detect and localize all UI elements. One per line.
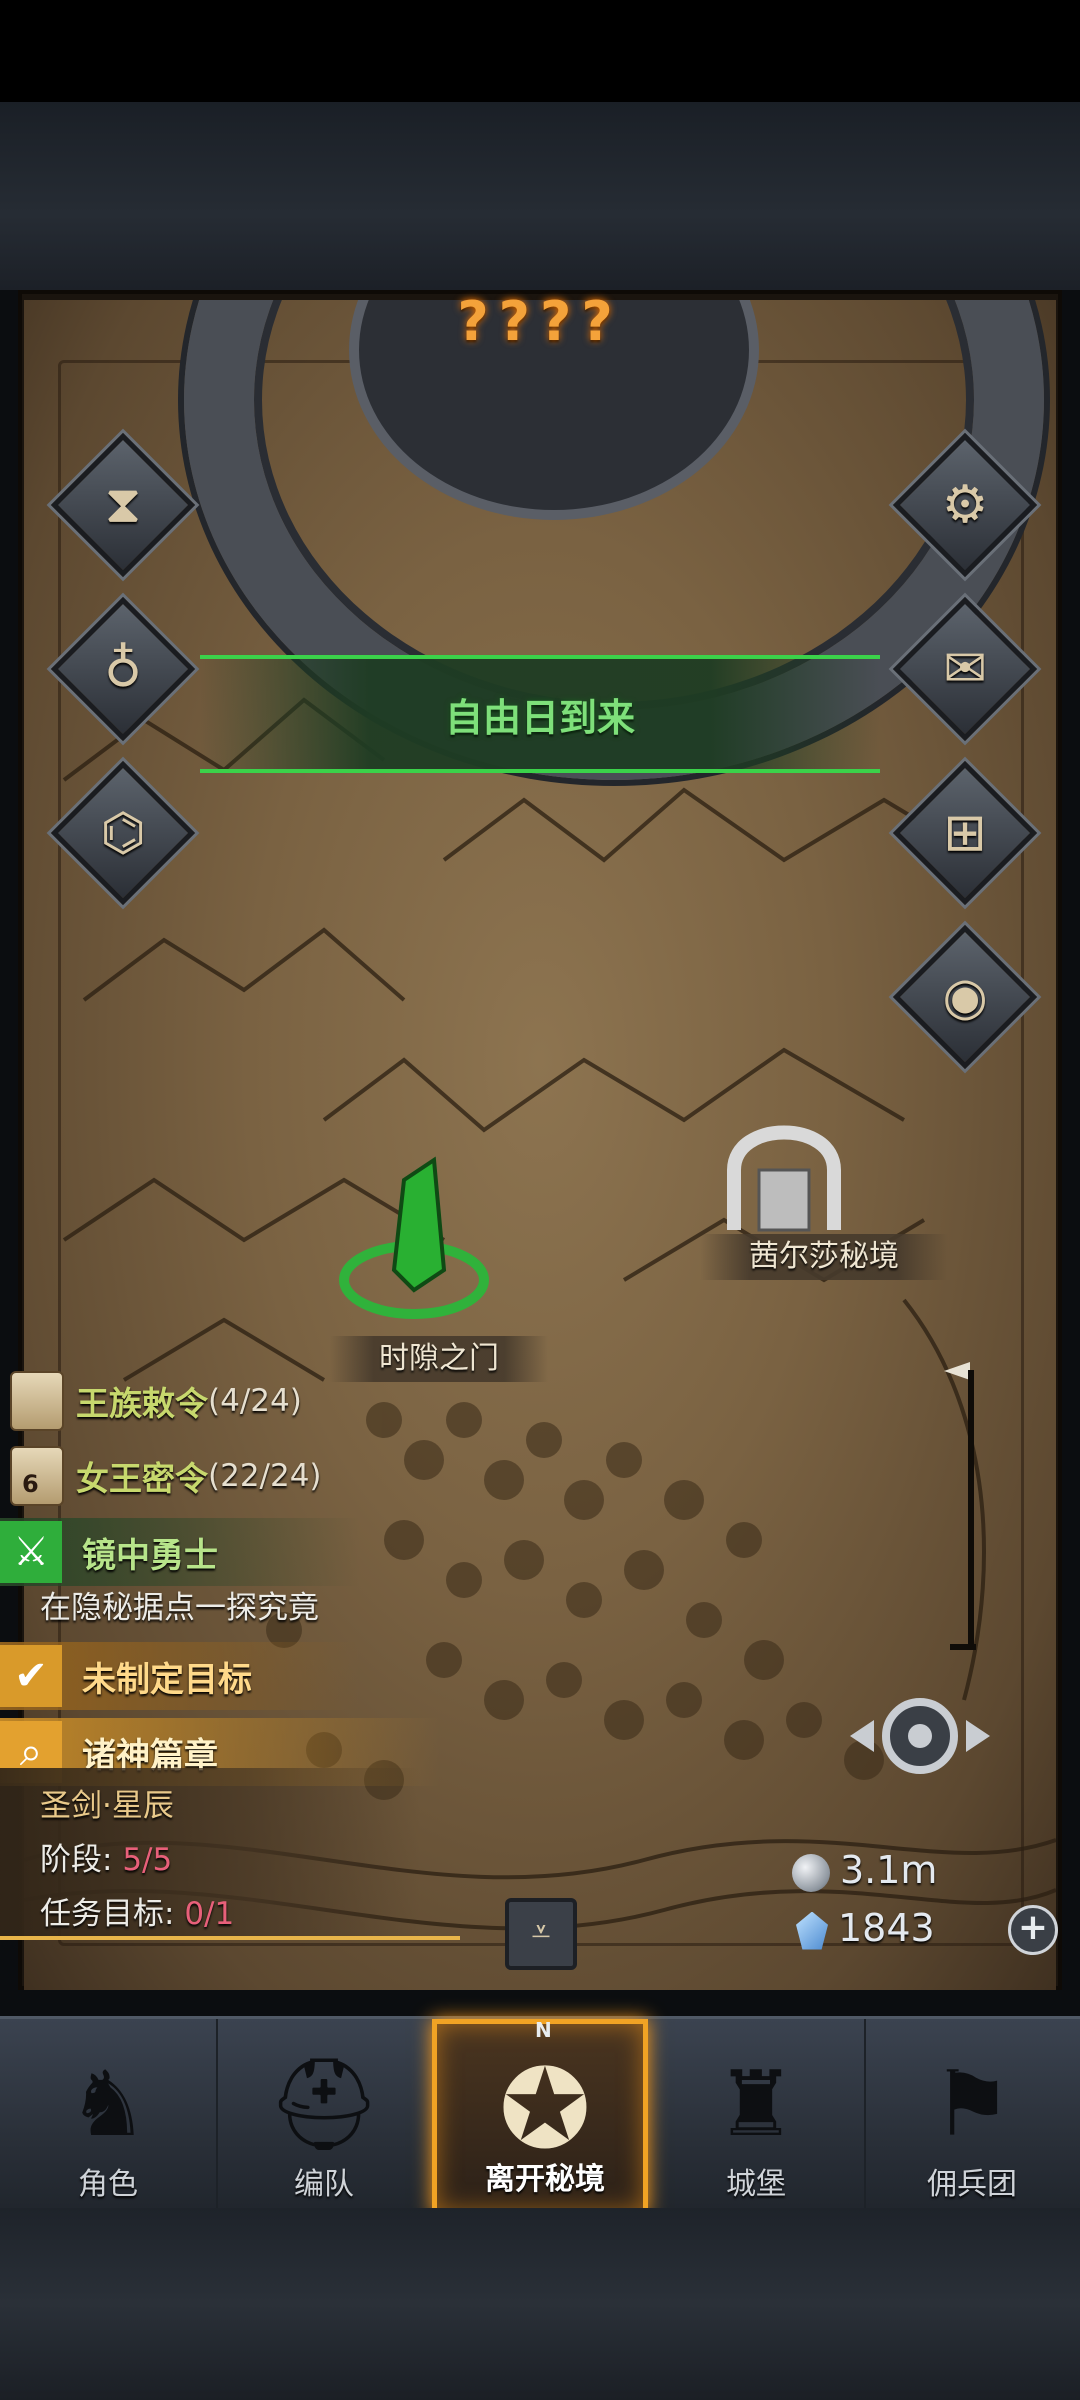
- scroll-icon: 6: [10, 1446, 64, 1506]
- silver-coin-icon: [792, 1853, 830, 1892]
- saga-target: 任务目标: 0/1: [40, 1888, 234, 1933]
- nav-item-character[interactable]: ♞ 角色: [0, 2019, 218, 2215]
- quest-count: (22/24): [208, 1458, 322, 1494]
- helmet-icon: ⛑: [266, 2051, 382, 2157]
- saga-target-value: 0/1: [184, 1896, 235, 1932]
- silsa-realm-marker: [727, 1125, 841, 1232]
- saga-stage-value: 5/5: [122, 1842, 173, 1878]
- saga-divider: [0, 1936, 460, 1940]
- compass-north-mark: N: [535, 2018, 552, 2042]
- gem-balance: 1843: [796, 1906, 935, 1950]
- quest-royal-decree[interactable]: 王族敕令 (4/24): [0, 1370, 302, 1432]
- scroll-map-icon: ⌬: [100, 803, 146, 863]
- task-title: 镜中勇士: [82, 1535, 218, 1576]
- status-bar-area: [0, 0, 1080, 102]
- castle-icon: ♜: [715, 2051, 797, 2157]
- saga-name: 圣剑·星辰: [40, 1788, 174, 1824]
- task-goal[interactable]: ✔ 未制定目标: [0, 1642, 360, 1710]
- nav-label: 角色: [78, 2167, 138, 2202]
- banner-icon: ⚑: [931, 2051, 1013, 2157]
- location-label-silsa[interactable]: 茜尔莎秘境: [700, 1234, 948, 1280]
- nav-item-castle[interactable]: ♜ 城堡: [648, 2019, 866, 2215]
- event-banner[interactable]: 自由日到来: [200, 655, 880, 773]
- scroll-badge-number: 6: [22, 1470, 39, 1498]
- check-target-icon: ✔: [0, 1645, 62, 1707]
- time-gate-marker: [339, 1156, 489, 1319]
- gem-icon: [796, 1911, 828, 1950]
- bag-icon: ♁: [103, 639, 143, 699]
- hourglass-icon: ⧗: [104, 474, 142, 535]
- quest-count: (4/24): [208, 1383, 302, 1419]
- quest-title: 王族敕令: [76, 1384, 208, 1423]
- nav-item-leave-realm[interactable]: N ✪ 离开秘境: [432, 2018, 648, 2215]
- saga-target-label: 任务目标:: [40, 1896, 175, 1932]
- nav-label: 离开秘境: [485, 2162, 605, 2197]
- map-scale-bar: [968, 1370, 974, 1650]
- top-frame: [0, 102, 1080, 290]
- locate-icon: [850, 1698, 990, 1774]
- saga-stage: 阶段: 5/5: [40, 1834, 172, 1879]
- locate-control[interactable]: [840, 1686, 1000, 1786]
- bottom-nav: ♞ 角色 ⛑ 编队 N ✪ 离开秘境 ♜ 城堡 ⚑ 佣兵团: [0, 2016, 1080, 2215]
- nav-label: 城堡: [726, 2167, 786, 2202]
- sword-icon: ⚔: [0, 1521, 62, 1583]
- task-description: 在隐秘据点一探究竟: [40, 1590, 319, 1626]
- add-currency-button[interactable]: +: [1008, 1905, 1058, 1955]
- nav-item-team[interactable]: ⛑ 编队: [216, 2019, 434, 2215]
- event-banner-text: 自由日到来: [444, 695, 635, 740]
- quest-queen-order[interactable]: 6 女王密令 (22/24): [0, 1445, 322, 1507]
- realm-title: ????: [457, 290, 623, 353]
- coin-icon: ◉: [942, 967, 988, 1027]
- bottom-frame: [0, 2208, 1080, 2400]
- compass-icon: ✪: [498, 2045, 592, 2173]
- chevron-down-icon: ⩡: [531, 1912, 551, 1952]
- nav-label: 编队: [294, 2167, 354, 2202]
- nav-item-mercenaries[interactable]: ⚑ 佣兵团: [864, 2019, 1080, 2215]
- quest-title: 女王密令: [76, 1459, 208, 1498]
- task-title: 未制定目标: [82, 1659, 252, 1700]
- map-scale-foot: [950, 1644, 976, 1650]
- gear-icon: ⚙: [941, 475, 989, 535]
- silver-amount: 3.1m: [840, 1848, 938, 1892]
- saga-stage-label: 阶段:: [40, 1842, 113, 1878]
- shop-stall-icon: ⊞: [943, 803, 987, 863]
- collapse-panel-button[interactable]: ⩡: [505, 1898, 577, 1970]
- silver-balance: 3.1m: [792, 1848, 937, 1892]
- location-label-time-gate[interactable]: 时隙之门: [330, 1336, 548, 1382]
- task-mirror-hero[interactable]: ⚔ 镜中勇士: [0, 1518, 360, 1586]
- knight-icon: ♞: [67, 2051, 149, 2157]
- gem-amount: 1843: [838, 1906, 935, 1950]
- mail-icon: ✉: [943, 639, 987, 699]
- scroll-icon: [10, 1371, 64, 1431]
- nav-label: 佣兵团: [927, 2167, 1017, 2202]
